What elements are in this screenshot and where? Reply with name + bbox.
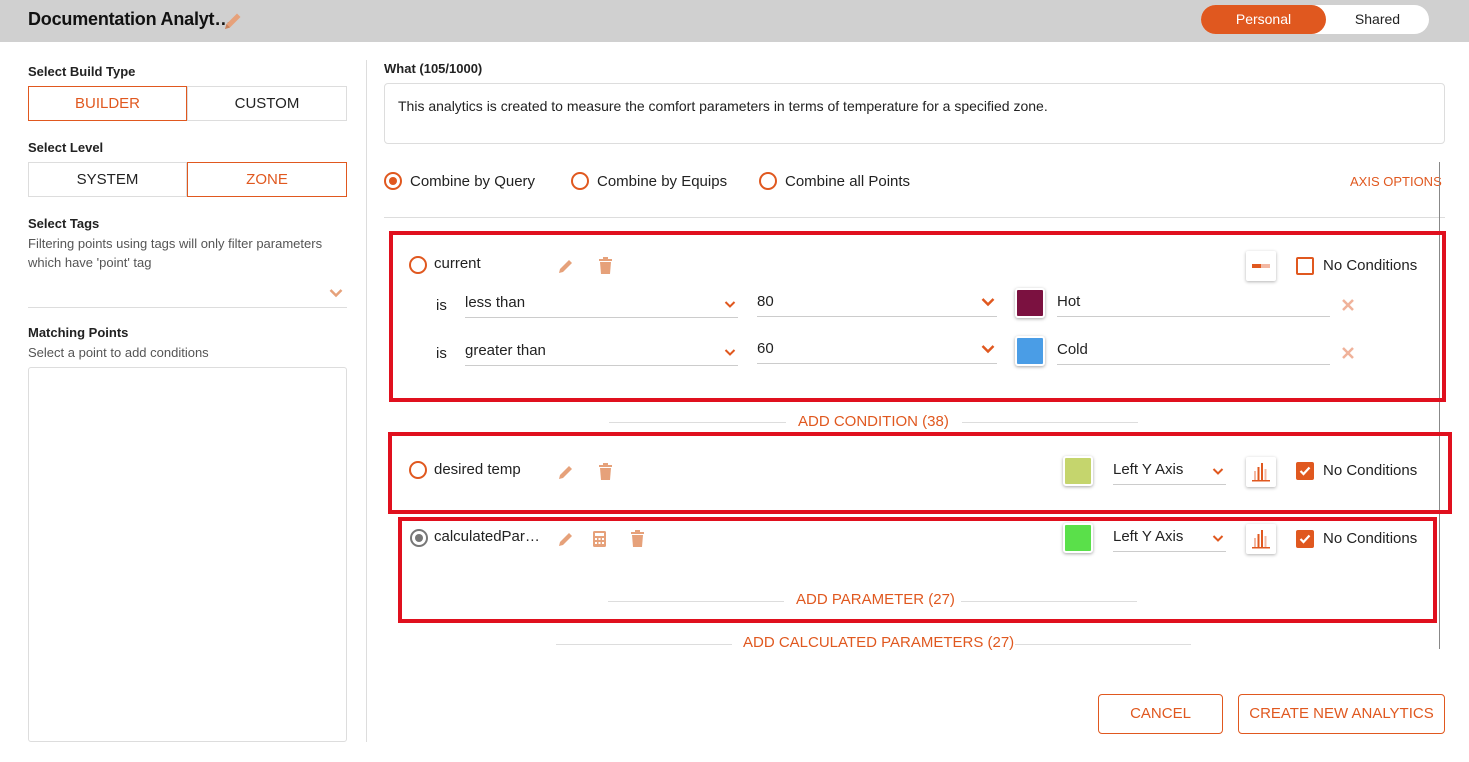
tags-divider — [28, 307, 347, 308]
condition-color-swatch[interactable] — [1015, 336, 1045, 366]
add-condition-link[interactable]: ADD CONDITION (38) — [798, 413, 949, 430]
toggle-personal[interactable]: Personal — [1201, 5, 1326, 34]
bar-chart-icon — [1252, 463, 1270, 482]
what-label: What (105/1000) — [384, 61, 483, 76]
divider-line — [961, 601, 1137, 602]
condition-operator-select[interactable]: less than — [465, 294, 738, 318]
build-type-label: Select Build Type — [28, 64, 136, 79]
param-calculated-name: calculatedPar… — [434, 528, 540, 545]
condition-operator-value: less than — [465, 294, 526, 311]
level-label: Select Level — [28, 140, 104, 155]
page-title: Documentation Analyt… — [28, 9, 233, 29]
matching-points-label: Matching Points — [28, 325, 129, 340]
param-color-swatch[interactable] — [1063, 456, 1093, 486]
axis-value: Left Y Axis — [1113, 528, 1184, 545]
remove-condition-close-icon[interactable] — [1341, 346, 1355, 363]
param-color-swatch[interactable] — [1063, 523, 1093, 553]
param-desired-temp-radio[interactable] — [409, 461, 427, 479]
param-desired-temp-name: desired temp — [434, 461, 521, 478]
line-style-button[interactable] — [1246, 251, 1276, 281]
level-system[interactable]: SYSTEM — [28, 162, 187, 197]
tags-label: Select Tags — [28, 216, 100, 231]
no-conditions-checkbox-calculated[interactable] — [1296, 530, 1314, 548]
no-conditions-checkbox-desired-temp[interactable] — [1296, 462, 1314, 480]
param-current-name: current — [434, 255, 481, 272]
chevron-down-icon — [981, 295, 995, 312]
edit-title-pencil-icon[interactable] — [222, 10, 244, 35]
matching-points-list[interactable] — [28, 367, 347, 742]
build-type-builder[interactable]: BUILDER — [28, 86, 187, 121]
delete-trash-icon[interactable] — [598, 463, 613, 484]
combine-query-label[interactable]: Combine by Query — [410, 173, 535, 190]
condition-value-select[interactable]: 80 — [757, 293, 997, 317]
condition-value: 80 — [757, 293, 774, 310]
level-zone[interactable]: ZONE — [187, 162, 347, 197]
divider-line — [962, 422, 1138, 423]
condition-operator-value: greater than — [465, 342, 546, 359]
chevron-down-icon — [981, 342, 995, 359]
no-conditions-label-desired-temp: No Conditions — [1323, 462, 1418, 479]
chevron-down-icon — [724, 344, 736, 361]
divider-line — [608, 601, 784, 602]
no-conditions-checkbox-current[interactable] — [1296, 257, 1314, 275]
remove-condition-close-icon[interactable] — [1341, 298, 1355, 315]
divider-line — [609, 422, 786, 423]
condition-value: 60 — [757, 340, 774, 357]
checkmark-icon — [1299, 534, 1311, 544]
divider-line — [1015, 644, 1191, 645]
toggle-shared[interactable]: Shared — [1326, 5, 1429, 34]
checkmark-icon — [1299, 466, 1311, 476]
build-type-custom[interactable]: CUSTOM — [187, 86, 347, 121]
param-current-radio[interactable] — [409, 256, 427, 274]
no-conditions-label-current: No Conditions — [1323, 257, 1418, 274]
delete-trash-icon[interactable] — [598, 257, 613, 278]
combine-all-radio[interactable] — [759, 172, 777, 190]
what-textarea[interactable]: This analytics is created to measure the… — [384, 83, 1445, 144]
axis-options-link[interactable]: AXIS OPTIONS — [1350, 174, 1442, 189]
no-conditions-label-calculated: No Conditions — [1323, 530, 1418, 547]
condition-is-label: is — [436, 297, 447, 314]
condition-label-field[interactable]: Cold — [1057, 341, 1330, 365]
condition-color-swatch[interactable] — [1015, 288, 1045, 318]
edit-pencil-icon[interactable] — [557, 530, 575, 551]
delete-trash-icon[interactable] — [630, 530, 645, 551]
calculator-icon[interactable] — [592, 530, 607, 551]
divider-line — [556, 644, 732, 645]
condition-operator-select[interactable]: greater than — [465, 342, 738, 366]
condition-value-select[interactable]: 60 — [757, 340, 997, 364]
bar-chart-icon — [1252, 530, 1270, 549]
tags-help-text: Filtering points using tags will only fi… — [28, 236, 323, 270]
combine-equips-label[interactable]: Combine by Equips — [597, 173, 727, 190]
axis-select[interactable]: Left Y Axis — [1113, 461, 1226, 485]
axis-value: Left Y Axis — [1113, 461, 1184, 478]
condition-label-field[interactable]: Hot — [1057, 293, 1330, 317]
add-calculated-parameters-link[interactable]: ADD CALCULATED PARAMETERS (27) — [743, 634, 1014, 651]
combine-all-label[interactable]: Combine all Points — [785, 173, 910, 190]
combine-query-radio[interactable] — [384, 172, 402, 190]
condition-is-label: is — [436, 345, 447, 362]
tags-dropdown-chevron-icon[interactable] — [329, 285, 343, 301]
chevron-down-icon — [1212, 530, 1224, 547]
param-calculated-radio[interactable] — [410, 529, 428, 547]
chart-type-button[interactable] — [1246, 457, 1276, 487]
chart-type-button[interactable] — [1246, 524, 1276, 554]
combine-equips-radio[interactable] — [571, 172, 589, 190]
edit-pencil-icon[interactable] — [557, 463, 575, 484]
edit-pencil-icon[interactable] — [557, 257, 575, 278]
combine-divider — [384, 217, 1445, 218]
matching-points-help: Select a point to add conditions — [28, 345, 209, 360]
top-bar: Documentation Analyt… Personal Shared — [0, 0, 1469, 42]
chevron-down-icon — [1212, 463, 1224, 480]
line-style-icon — [1252, 264, 1270, 268]
axis-select[interactable]: Left Y Axis — [1113, 528, 1226, 552]
add-parameter-link[interactable]: ADD PARAMETER (27) — [796, 591, 955, 608]
panel-divider — [366, 60, 367, 742]
personal-shared-toggle[interactable]: Personal Shared — [1201, 5, 1429, 34]
highlight-box-desired-temp — [388, 432, 1452, 514]
chevron-down-icon — [724, 296, 736, 313]
cancel-button[interactable]: CANCEL — [1098, 694, 1223, 734]
create-new-analytics-button[interactable]: CREATE NEW ANALYTICS — [1238, 694, 1445, 734]
